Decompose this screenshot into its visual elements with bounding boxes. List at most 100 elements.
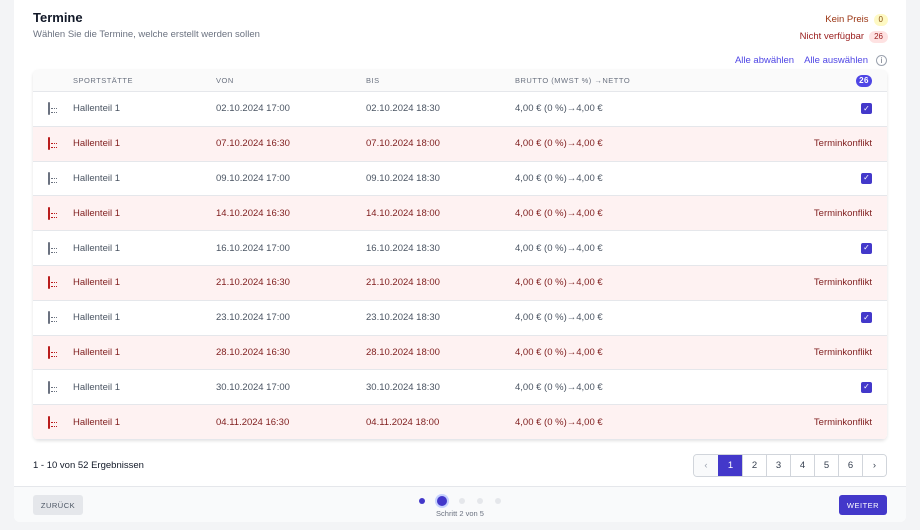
pagination: ‹ 1 2 3 4 5 6 › [693, 454, 887, 477]
legend-no-price: Kein Preis 0 [800, 12, 888, 27]
step-dot-4 [477, 498, 483, 504]
conflict-label: Terminkonflikt [813, 138, 872, 150]
appointments-table: SPORTSTÄTTE VON BIS BRUTTO (MWST %) →NET… [33, 70, 887, 440]
table-row[interactable]: Hallenteil 1 16.10.2024 17:00 16.10.2024 1… [33, 231, 887, 266]
legend-unavailable-label: Nicht verfügbar [799, 31, 865, 42]
column-header-price: BRUTTO (MWST %) →NETTO [515, 76, 631, 85]
step-dot-2[interactable] [437, 496, 447, 506]
table-row[interactable]: Hallenteil 1 07.10.2024 16:30 07.10.2024 1… [33, 126, 887, 162]
calendar-icon [48, 380, 62, 394]
table-row[interactable]: Hallenteil 1 30.10.2024 17:00 30.10.2024 1… [33, 370, 887, 406]
cell-place: Hallenteil 1 [73, 381, 120, 393]
select-all-link[interactable]: Alle auswählen [804, 55, 868, 66]
conflict-label: Terminkonflikt [813, 416, 872, 428]
table-row[interactable]: Hallenteil 1 28.10.2024 16:30 28.10.2024 1… [33, 335, 887, 371]
cell-place: Hallenteil 1 [73, 103, 120, 115]
cell-price: 4,00 € (0 %)→4,00 € [515, 312, 603, 324]
cell-to: 07.10.2024 18:00 [366, 138, 440, 150]
table-row[interactable]: Hallenteil 1 04.11.2024 16:30 04.11.2024 1… [33, 405, 887, 440]
cell-place: Hallenteil 1 [73, 346, 120, 358]
cell-price: 4,00 € (0 %)→4,00 € [515, 242, 603, 254]
legend-unavailable: Nicht verfügbar 26 [800, 29, 888, 44]
cell-to: 16.10.2024 18:30 [366, 242, 440, 254]
step-indicator [419, 496, 513, 506]
cell-place: Hallenteil 1 [73, 416, 120, 428]
table-row[interactable]: Hallenteil 1 23.10.2024 17:00 23.10.2024 1… [33, 300, 887, 336]
table-body: Hallenteil 1 02.10.2024 17:00 02.10.2024 1… [33, 92, 887, 440]
column-header-to: BIS [366, 76, 380, 85]
legend-no-price-label: Kein Preis [825, 14, 869, 25]
cell-place: Hallenteil 1 [73, 207, 120, 219]
cell-place: Hallenteil 1 [73, 242, 120, 254]
cell-to: 04.11.2024 18:00 [366, 416, 440, 428]
section-title: Termine [33, 10, 83, 25]
page-button-2[interactable]: 2 [742, 455, 766, 476]
cell-to: 30.10.2024 18:30 [366, 381, 440, 393]
row-checkbox[interactable]: ✓ [861, 381, 872, 393]
calendar-icon [48, 276, 62, 290]
selected-count-badge: 26 [856, 74, 872, 87]
deselect-all-link[interactable]: Alle abwählen [735, 55, 794, 66]
wizard-footer: ZURÜCK Schritt 2 von 5 WEITER [14, 486, 906, 522]
cell-to: 23.10.2024 18:30 [366, 312, 440, 324]
page-button-5[interactable]: 5 [814, 455, 838, 476]
step-label: Schritt 2 von 5 [436, 509, 484, 518]
table-row[interactable]: Hallenteil 1 02.10.2024 17:00 02.10.2024 1… [33, 92, 887, 127]
calendar-icon [48, 241, 62, 255]
calendar-icon [48, 171, 62, 185]
step-dot-3 [459, 498, 465, 504]
row-checkbox[interactable]: ✓ [861, 312, 872, 324]
conflict-label: Terminkonflikt [813, 207, 872, 219]
results-count: 1 - 10 von 52 Ergebnissen [33, 460, 144, 471]
cell-to: 28.10.2024 18:00 [366, 346, 440, 358]
step-dot-1[interactable] [419, 498, 425, 504]
calendar-icon [48, 311, 62, 325]
section-header: Termine Wählen Sie die Termine, welche e… [33, 10, 888, 50]
cell-price: 4,00 € (0 %)→4,00 € [515, 277, 603, 289]
cell-price: 4,00 € (0 %)→4,00 € [515, 346, 603, 358]
page-button-1[interactable]: 1 [718, 455, 742, 476]
cell-to: 09.10.2024 18:30 [366, 172, 440, 184]
table-row[interactable]: Hallenteil 1 09.10.2024 17:00 09.10.2024 1… [33, 161, 887, 197]
cell-from: 04.11.2024 16:30 [216, 416, 290, 428]
table-row[interactable]: Hallenteil 1 14.10.2024 16:30 14.10.2024 1… [33, 196, 887, 232]
prev-page-button[interactable]: ‹ [694, 455, 718, 476]
next-page-button[interactable]: › [862, 455, 886, 476]
conflict-label: Terminkonflikt [813, 277, 872, 289]
step-dot-5 [495, 498, 501, 504]
cell-price: 4,00 € (0 %)→4,00 € [515, 103, 603, 115]
cell-from: 16.10.2024 17:00 [216, 242, 290, 254]
info-icon[interactable]: i [876, 55, 887, 66]
table-header: SPORTSTÄTTE VON BIS BRUTTO (MWST %) →NET… [33, 70, 887, 92]
page-button-3[interactable]: 3 [766, 455, 790, 476]
cell-place: Hallenteil 1 [73, 312, 120, 324]
cell-from: 30.10.2024 17:00 [216, 381, 290, 393]
legend-unavailable-count: 26 [869, 30, 888, 43]
row-checkbox[interactable]: ✓ [861, 242, 872, 254]
conflict-label: Terminkonflikt [813, 346, 872, 358]
cell-place: Hallenteil 1 [73, 277, 120, 289]
cell-from: 23.10.2024 17:00 [216, 312, 290, 324]
legend-no-price-count: 0 [873, 13, 888, 26]
row-checkbox[interactable]: ✓ [861, 172, 872, 184]
calendar-icon [48, 415, 62, 429]
cell-price: 4,00 € (0 %)→4,00 € [515, 207, 603, 219]
selection-actions: Alle abwählen Alle auswählen i [725, 55, 887, 66]
cell-from: 09.10.2024 17:00 [216, 172, 290, 184]
page-button-6[interactable]: 6 [838, 455, 862, 476]
calendar-icon [48, 206, 62, 220]
cell-price: 4,00 € (0 %)→4,00 € [515, 416, 603, 428]
page-button-4[interactable]: 4 [790, 455, 814, 476]
cell-to: 02.10.2024 18:30 [366, 103, 440, 115]
calendar-icon [48, 345, 62, 359]
next-button[interactable]: WEITER [839, 495, 887, 515]
column-header-from: VON [216, 76, 234, 85]
table-row[interactable]: Hallenteil 1 21.10.2024 16:30 21.10.2024 1… [33, 265, 887, 301]
calendar-icon [48, 102, 62, 116]
column-header-place: SPORTSTÄTTE [73, 76, 133, 85]
termine-card: Termine Wählen Sie die Termine, welche e… [14, 0, 906, 522]
section-subtitle: Wählen Sie die Termine, welche erstellt … [33, 29, 260, 40]
calendar-icon [48, 137, 62, 151]
row-checkbox[interactable]: ✓ [861, 103, 872, 115]
cell-from: 07.10.2024 16:30 [216, 138, 290, 150]
